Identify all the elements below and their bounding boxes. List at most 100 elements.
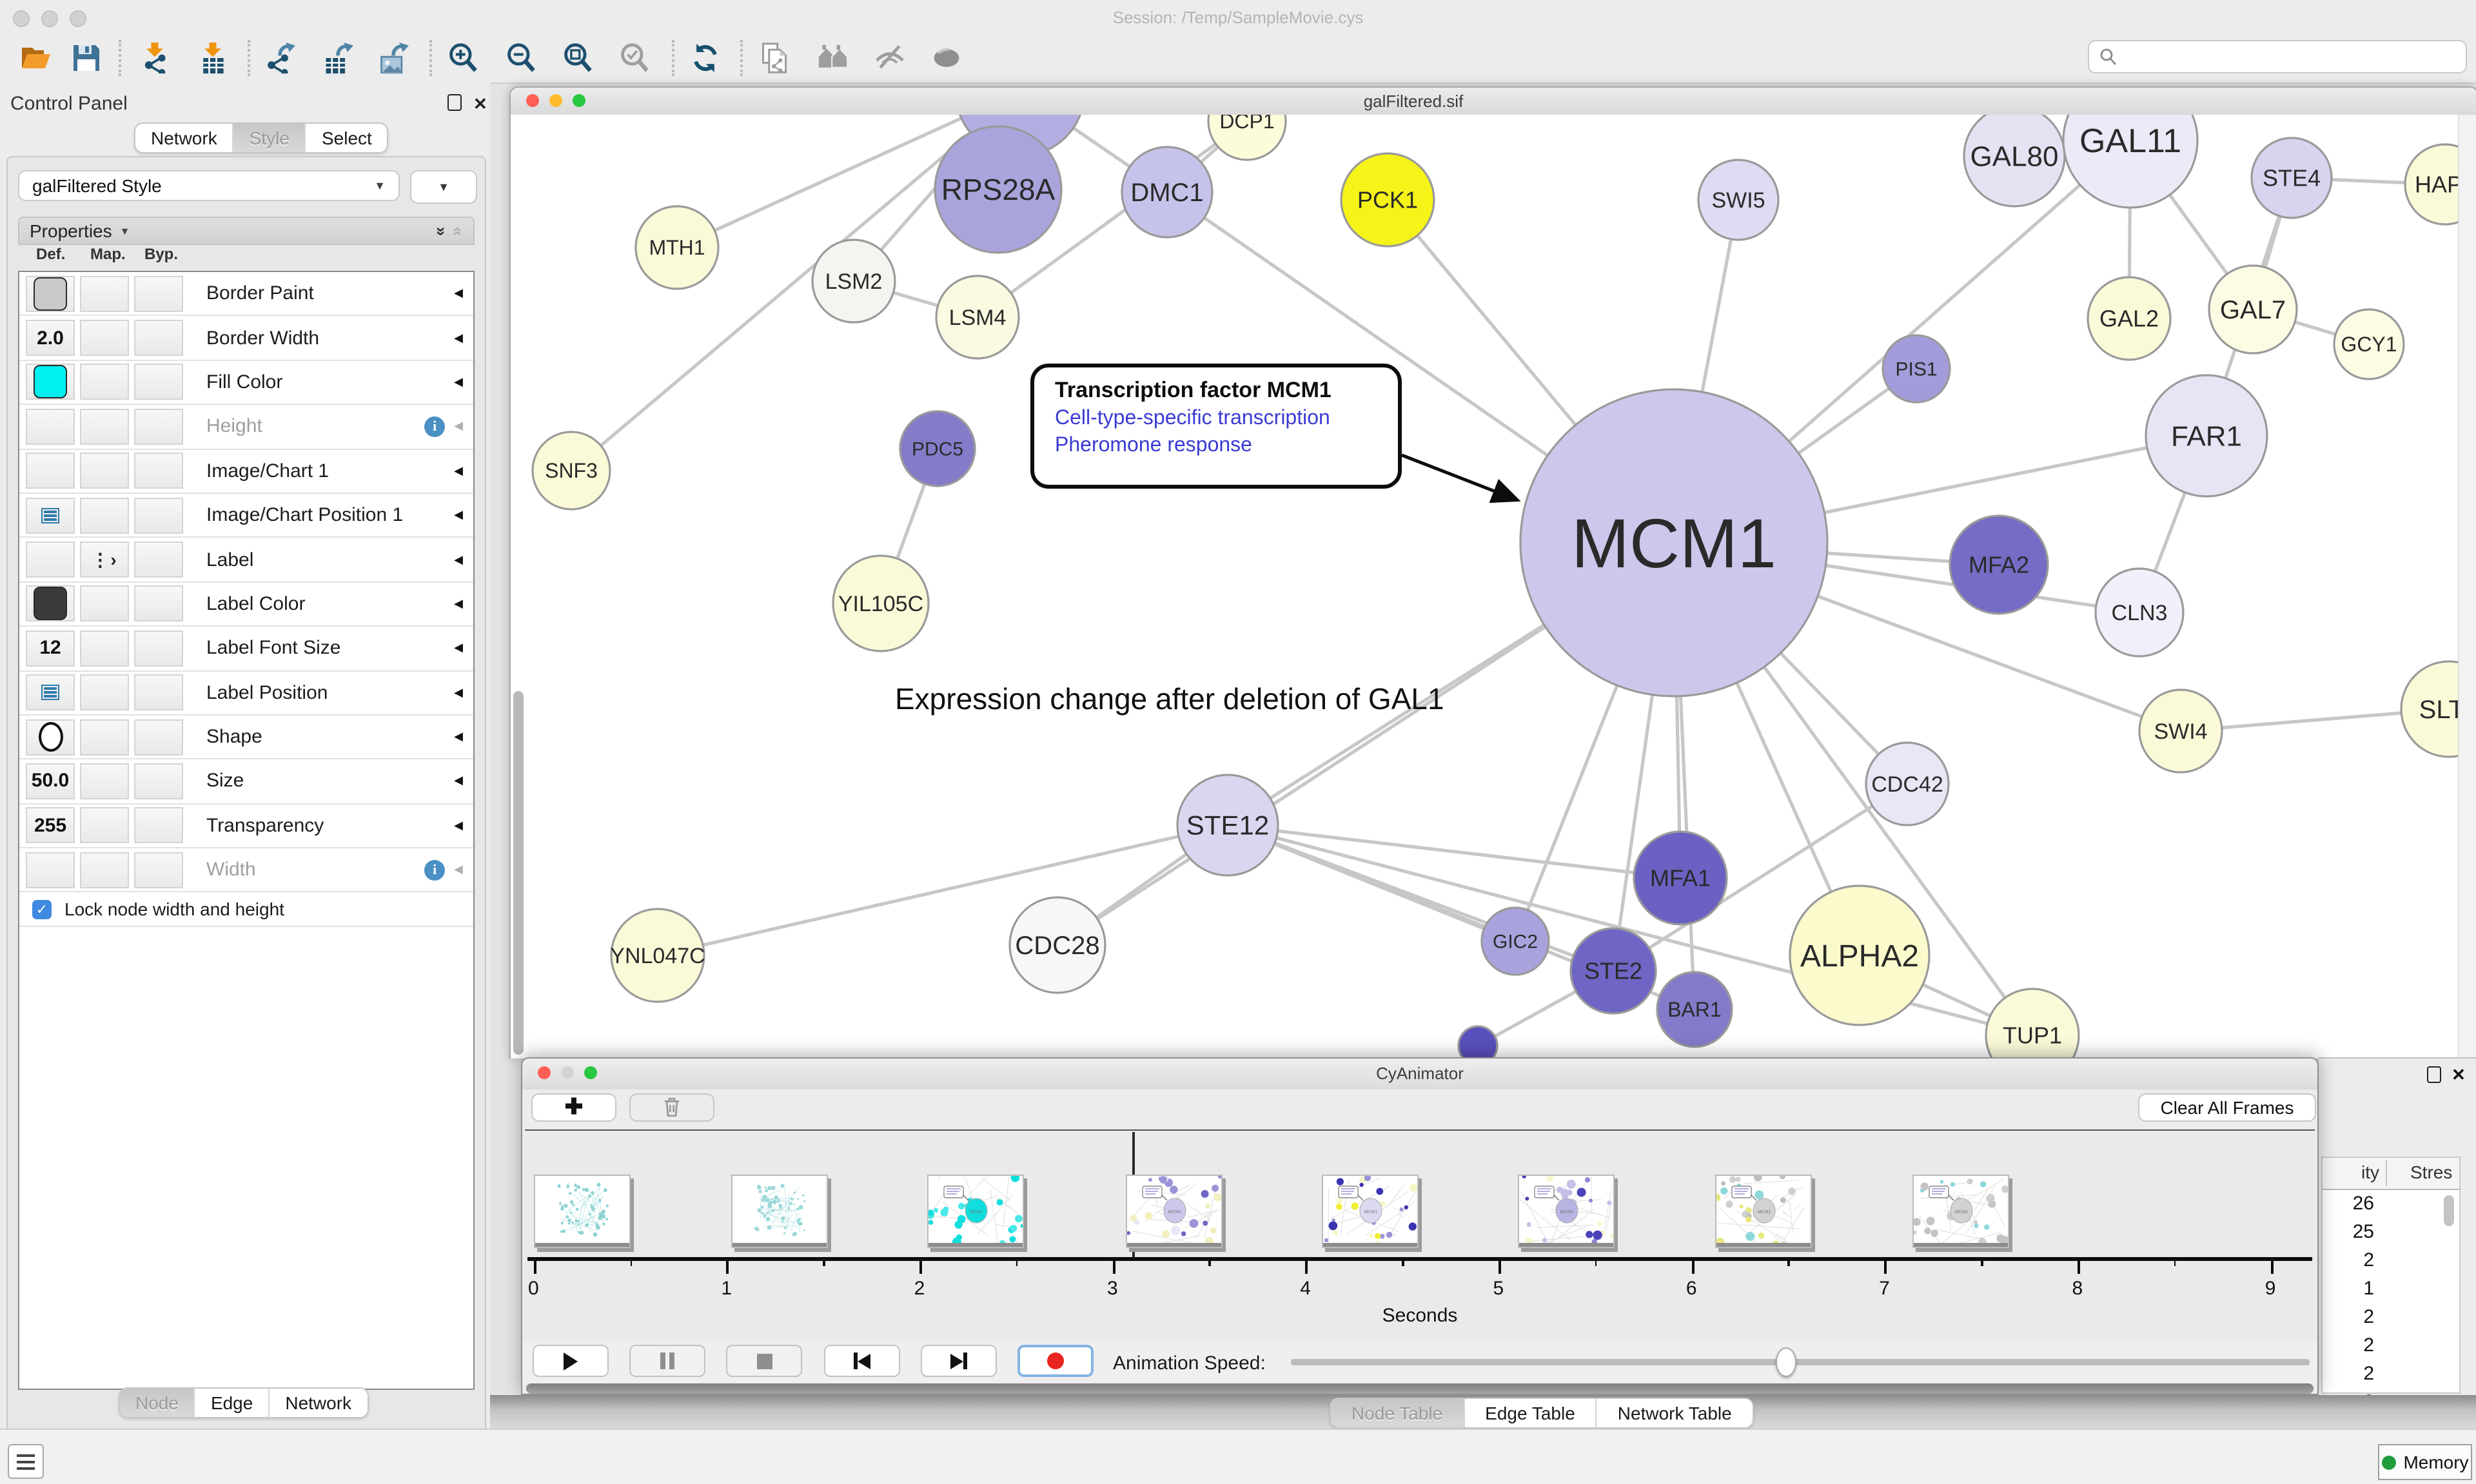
property-map-cell[interactable]	[80, 453, 129, 489]
style-options-button[interactable]: ▼	[410, 170, 477, 204]
export-image-button[interactable]	[374, 39, 413, 77]
property-byp-cell[interactable]	[134, 674, 183, 710]
property-row[interactable]: Shape◀	[19, 716, 473, 760]
search-input[interactable]	[2088, 40, 2467, 73]
property-def-cell[interactable]	[26, 409, 75, 445]
property-map-cell[interactable]	[80, 364, 129, 400]
tab-edge[interactable]: Edge	[195, 1389, 270, 1417]
expand-arrow-icon[interactable]: ◀	[454, 508, 463, 522]
delete-frame-button[interactable]	[629, 1093, 714, 1122]
first-neighbors-button[interactable]	[814, 39, 852, 77]
expand-arrow-icon[interactable]: ◀	[454, 464, 463, 478]
import-table-button[interactable]	[193, 39, 232, 77]
property-def-cell[interactable]	[26, 542, 75, 578]
zoom-fit-button[interactable]	[558, 39, 597, 77]
property-def-cell[interactable]: 12	[26, 630, 75, 667]
property-byp-cell[interactable]	[134, 409, 183, 445]
show-all-button[interactable]	[927, 39, 966, 77]
frame-thumbnail-7[interactable]: MCM1	[1912, 1175, 2009, 1248]
annotation-box[interactable]: Transcription factor MCM1 Cell-type-spec…	[1030, 364, 1402, 489]
frame-thumbnail-3[interactable]: MCM1	[1126, 1175, 1223, 1248]
animation-speed-slider-thumb[interactable]	[1776, 1347, 1796, 1377]
property-map-cell[interactable]	[80, 852, 129, 888]
zoom-out-button[interactable]	[502, 39, 540, 77]
property-row[interactable]: 50.0Size◀	[19, 760, 473, 805]
refresh-layout-button[interactable]	[686, 39, 725, 77]
column-header-centrality[interactable]: ity	[2323, 1162, 2379, 1182]
float-panel-icon[interactable]	[2427, 1066, 2441, 1083]
close-window-icon[interactable]	[526, 94, 539, 107]
property-byp-cell[interactable]	[134, 542, 183, 578]
tab-style[interactable]: Style	[234, 124, 306, 152]
network-node-np1[interactable]	[1459, 1026, 1497, 1059]
property-def-cell[interactable]: 2.0	[26, 320, 75, 356]
zoom-window-icon[interactable]	[573, 94, 585, 107]
expand-arrow-icon[interactable]: ◀	[454, 819, 463, 833]
stop-button[interactable]	[726, 1345, 802, 1377]
table-vertical-scrollbar[interactable]	[2444, 1195, 2454, 1226]
node-table[interactable]: ity Stres 26252122222	[2321, 1157, 2461, 1394]
property-def-cell[interactable]	[26, 674, 75, 710]
zoom-in-button[interactable]	[444, 39, 482, 77]
property-map-cell[interactable]	[80, 719, 129, 755]
frames-timeline-area[interactable]: MCM1MCM1MCM1MCM1MCM1MCM1 0123456789 Seco…	[525, 1129, 2315, 1341]
export-network-button[interactable]	[260, 39, 299, 77]
property-byp-cell[interactable]	[134, 719, 183, 755]
annotation-link[interactable]: Cell-type-specific transcription	[1055, 407, 1398, 431]
next-frame-button[interactable]	[921, 1345, 997, 1377]
property-row[interactable]: 255Transparency◀	[19, 804, 473, 848]
property-row[interactable]: Label Position◀	[19, 671, 473, 716]
frame-thumbnail-1[interactable]	[731, 1175, 828, 1248]
property-map-cell[interactable]	[80, 763, 129, 799]
checkbox-checked-icon[interactable]: ✓	[32, 900, 52, 919]
tab-node-table[interactable]: Node Table	[1331, 1399, 1464, 1427]
add-frame-button[interactable]: ✚	[531, 1093, 616, 1122]
tab-edge-table[interactable]: Edge Table	[1464, 1399, 1597, 1427]
table-cell-value[interactable]: 2	[2323, 1360, 2459, 1389]
expand-arrow-icon[interactable]: ◀	[454, 863, 463, 877]
record-button[interactable]	[1017, 1345, 1094, 1377]
tab-select[interactable]: Select	[306, 124, 388, 152]
table-cell-value[interactable]: 2	[2323, 1303, 2459, 1332]
property-row[interactable]: Heighti◀	[19, 405, 473, 449]
property-byp-cell[interactable]	[134, 275, 183, 311]
table-cell-value[interactable]: 25	[2323, 1218, 2459, 1247]
open-session-button[interactable]	[17, 39, 55, 77]
lock-size-row[interactable]: ✓Lock node width and height	[19, 893, 473, 928]
property-byp-cell[interactable]	[134, 497, 183, 533]
float-panel-icon[interactable]	[447, 94, 462, 111]
column-divider[interactable]	[2386, 1160, 2387, 1186]
expand-arrow-icon[interactable]: ◀	[454, 552, 463, 567]
network-graph[interactable]: RPS28BDCP1RPS28ADMC1PCK1SWI5GAL80GAL11ST…	[511, 115, 2458, 1059]
property-row[interactable]: Label Color◀	[19, 582, 473, 627]
frame-thumbnail-5[interactable]: MCM1	[1518, 1175, 1615, 1248]
import-network-button[interactable]	[135, 39, 174, 77]
frame-thumbnail-6[interactable]: MCM1	[1715, 1175, 1812, 1248]
expand-arrow-icon[interactable]: ◀	[454, 641, 463, 656]
property-map-cell[interactable]: ⋮›	[80, 542, 129, 578]
expand-arrow-icon[interactable]: ◀	[454, 286, 463, 300]
close-panel-icon[interactable]: ✕	[2451, 1065, 2466, 1086]
clear-all-frames-button[interactable]: Clear All Frames	[2138, 1093, 2316, 1122]
properties-header[interactable]: Properties ▼ » «	[18, 217, 475, 245]
property-def-cell[interactable]	[26, 852, 75, 888]
cyanimator-titlebar[interactable]: CyAnimator	[522, 1059, 2317, 1091]
property-map-cell[interactable]	[80, 586, 129, 622]
frame-thumbnail-4[interactable]: MCM1	[1322, 1175, 1419, 1248]
property-byp-cell[interactable]	[134, 763, 183, 799]
copy-button[interactable]	[756, 39, 794, 77]
column-header-stress[interactable]: Stres	[2410, 1162, 2452, 1182]
task-history-button[interactable]	[8, 1444, 44, 1479]
property-def-cell[interactable]: 50.0	[26, 763, 75, 799]
tab-network-bottom[interactable]: Network	[270, 1389, 367, 1417]
table-cell-value[interactable]: 1	[2323, 1275, 2459, 1303]
network-window-titlebar[interactable]: galFiltered.sif	[511, 88, 2476, 116]
pause-button[interactable]	[629, 1345, 705, 1377]
property-row[interactable]: Widthi◀	[19, 848, 473, 893]
minimize-window-icon[interactable]	[549, 94, 562, 107]
property-row[interactable]: Image/Chart 1◀	[19, 449, 473, 494]
property-byp-cell[interactable]	[134, 453, 183, 489]
style-dropdown[interactable]: galFiltered Style ▼	[18, 170, 400, 201]
expand-arrow-icon[interactable]: ◀	[454, 597, 463, 611]
property-def-cell[interactable]	[26, 719, 75, 755]
